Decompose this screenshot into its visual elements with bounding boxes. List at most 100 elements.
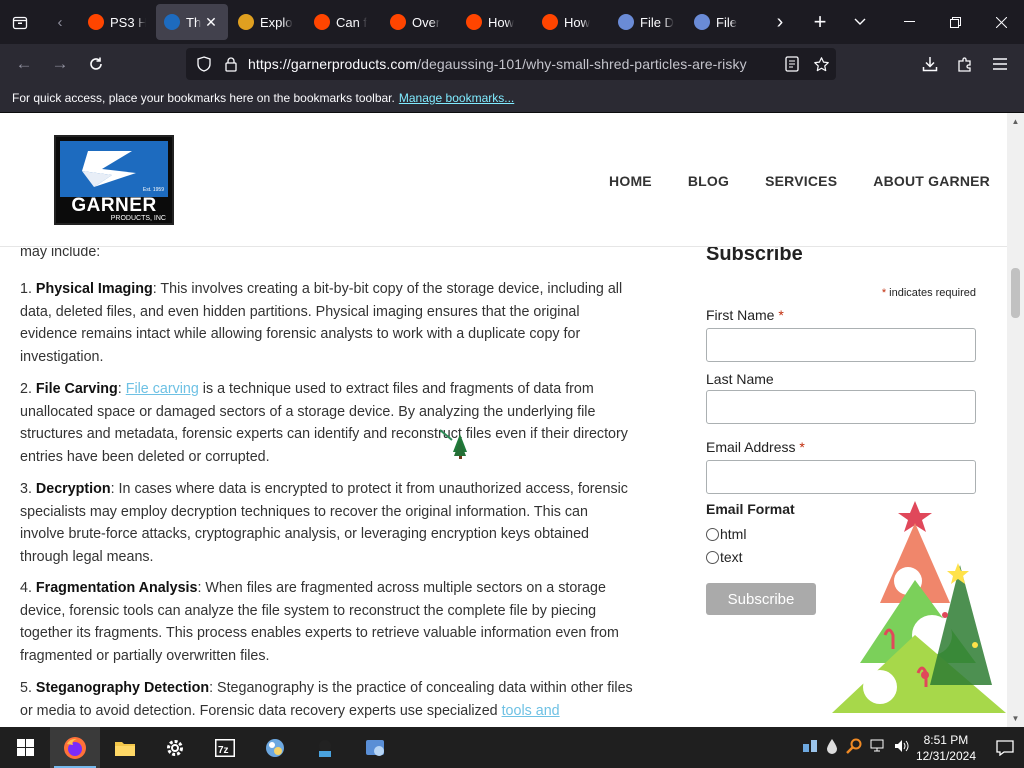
url-path: /degaussing-101/why-small-shred-particle… bbox=[417, 56, 747, 72]
back-icon[interactable]: ← bbox=[6, 46, 42, 82]
bookmarks-message: For quick access, place your bookmarks h… bbox=[12, 91, 395, 105]
subscribe-button[interactable]: Subscribe bbox=[706, 583, 816, 615]
required-note-text: indicates required bbox=[889, 287, 976, 299]
browser-tab[interactable]: How bbox=[534, 4, 608, 40]
browser-tab[interactable]: Over bbox=[382, 4, 456, 40]
nav-blog[interactable]: BLOG bbox=[688, 173, 729, 189]
file-carving-link[interactable]: File carving bbox=[126, 381, 199, 397]
manage-bookmarks-link[interactable]: Manage bookmarks... bbox=[399, 91, 514, 105]
tab-favicon-icon bbox=[238, 14, 254, 30]
tab-title: PS3 H bbox=[110, 14, 146, 30]
app-icon[interactable] bbox=[250, 727, 300, 768]
url-text[interactable]: https://garnerproducts.com/degaussing-10… bbox=[248, 56, 747, 72]
browser-tab[interactable]: File D bbox=[610, 4, 684, 40]
hamburger-menu-icon[interactable] bbox=[982, 46, 1018, 82]
email-field[interactable] bbox=[706, 460, 976, 494]
tray-drop-icon[interactable] bbox=[826, 738, 838, 757]
clock[interactable]: 8:51 PM 12/31/2024 bbox=[916, 732, 976, 764]
list-item: 1. Physical Imaging: This involves creat… bbox=[20, 278, 635, 368]
settings-icon[interactable] bbox=[150, 727, 200, 768]
browser-tab[interactable]: How bbox=[458, 4, 532, 40]
app-icon[interactable] bbox=[350, 727, 400, 768]
first-name-label: First Name * bbox=[706, 307, 784, 323]
tab-favicon-icon bbox=[314, 14, 330, 30]
tray-search-icon[interactable] bbox=[846, 738, 862, 757]
tab-favicon-icon bbox=[390, 14, 406, 30]
file-explorer-icon[interactable] bbox=[100, 727, 150, 768]
reload-icon[interactable] bbox=[78, 46, 114, 82]
lock-icon[interactable] bbox=[222, 56, 240, 72]
nav-home[interactable]: HOME bbox=[609, 173, 652, 189]
downloads-icon[interactable] bbox=[912, 46, 948, 82]
firefox-icon[interactable] bbox=[50, 727, 100, 768]
format-html-option[interactable]: html bbox=[706, 526, 746, 542]
scroll-thumb[interactable] bbox=[1011, 268, 1020, 318]
nav-about[interactable]: ABOUT GARNER bbox=[873, 173, 990, 189]
volume-icon[interactable] bbox=[894, 739, 910, 756]
last-name-field[interactable] bbox=[706, 390, 976, 424]
email-format-label: Email Format bbox=[706, 501, 795, 517]
scroll-up-icon[interactable]: ▲ bbox=[1007, 113, 1024, 130]
browser-tab[interactable]: File bbox=[686, 4, 760, 40]
7zip-icon[interactable]: 7z bbox=[200, 727, 250, 768]
tab-favicon-icon bbox=[164, 14, 180, 30]
tools-link[interactable]: tools and bbox=[502, 703, 560, 719]
tab-bar: ‹ PS3 H Th ✕ Explo Can f Over How How File D File… bbox=[0, 0, 1024, 44]
start-icon[interactable] bbox=[0, 727, 50, 768]
minimize-icon[interactable] bbox=[886, 0, 932, 44]
forward-icon[interactable]: → bbox=[42, 46, 78, 82]
nav-services[interactable]: SERVICES bbox=[765, 173, 837, 189]
svg-text:7z: 7z bbox=[218, 745, 229, 756]
radio-html[interactable] bbox=[706, 527, 719, 541]
radio-text[interactable] bbox=[706, 550, 719, 564]
scroll-down-icon[interactable]: ▼ bbox=[1007, 710, 1024, 727]
tab-overview-icon[interactable] bbox=[0, 0, 40, 44]
notifications-icon[interactable] bbox=[986, 739, 1024, 756]
list-item: 2. File Carving: File carving is a techn… bbox=[20, 378, 635, 468]
restore-icon[interactable] bbox=[932, 0, 978, 44]
item-number: 5. bbox=[20, 680, 32, 696]
item-title: Steganography Detection bbox=[35, 680, 210, 696]
site-header: Est. 1959 GARNER PRODUCTS, INC HOME BLOG… bbox=[0, 113, 1007, 247]
extensions-icon[interactable] bbox=[947, 46, 983, 82]
browser-tab[interactable]: Explo bbox=[230, 4, 304, 40]
browser-tab[interactable]: Th ✕ bbox=[156, 4, 228, 40]
tab-title: Can f bbox=[336, 14, 368, 30]
scroll-tabs-right-icon[interactable]: › bbox=[760, 0, 800, 44]
list-all-tabs-icon[interactable] bbox=[840, 0, 880, 44]
close-window-icon[interactable] bbox=[978, 0, 1024, 44]
tab-favicon-icon bbox=[694, 14, 710, 30]
list-item: 4. Fragmentation Analysis: When files ar… bbox=[20, 577, 635, 667]
tracking-protection-shield-icon[interactable] bbox=[194, 56, 214, 72]
network-icon[interactable] bbox=[870, 739, 886, 756]
required-asterisk: * bbox=[881, 287, 887, 299]
scroll-tabs-left-icon[interactable]: ‹ bbox=[40, 0, 80, 44]
browser-tab[interactable]: Can f bbox=[306, 4, 380, 40]
system-tray: 8:51 PM 12/31/2024 bbox=[802, 727, 1024, 768]
cursor-tree-icon bbox=[439, 428, 470, 465]
browser-tab[interactable]: PS3 H bbox=[80, 4, 154, 40]
garner-logo[interactable]: Est. 1959 GARNER PRODUCTS, INC bbox=[54, 135, 174, 225]
required-note: * indicates required bbox=[882, 287, 976, 299]
item-number: 1. bbox=[20, 281, 32, 297]
required-asterisk: * bbox=[778, 307, 784, 323]
logo-brand: GARNER bbox=[71, 195, 157, 216]
close-tab-icon[interactable]: ✕ bbox=[205, 14, 217, 31]
tab-favicon-icon bbox=[88, 14, 104, 30]
logo-est: Est. 1959 bbox=[142, 187, 164, 193]
bookmark-star-icon[interactable] bbox=[806, 56, 836, 73]
item-title: Fragmentation Analysis bbox=[35, 580, 198, 596]
format-text-label: text bbox=[720, 549, 743, 565]
first-name-field[interactable] bbox=[706, 328, 976, 362]
tray-app-icon[interactable] bbox=[802, 738, 818, 757]
item-number: 3. bbox=[20, 481, 32, 497]
first-name-label-text: First Name bbox=[706, 307, 775, 323]
address-bar[interactable]: https://garnerproducts.com/degaussing-10… bbox=[186, 48, 836, 80]
app-icon[interactable] bbox=[300, 727, 350, 768]
format-text-option[interactable]: text bbox=[706, 549, 743, 565]
tab-title: Over bbox=[412, 14, 441, 30]
page-scrollbar[interactable]: ▲ ▼ bbox=[1007, 113, 1024, 727]
navigation-toolbar: ← → https://garnerproducts.com/degaussin… bbox=[0, 44, 1024, 84]
reader-view-icon[interactable] bbox=[778, 56, 806, 72]
new-tab-icon[interactable]: + bbox=[800, 0, 840, 44]
